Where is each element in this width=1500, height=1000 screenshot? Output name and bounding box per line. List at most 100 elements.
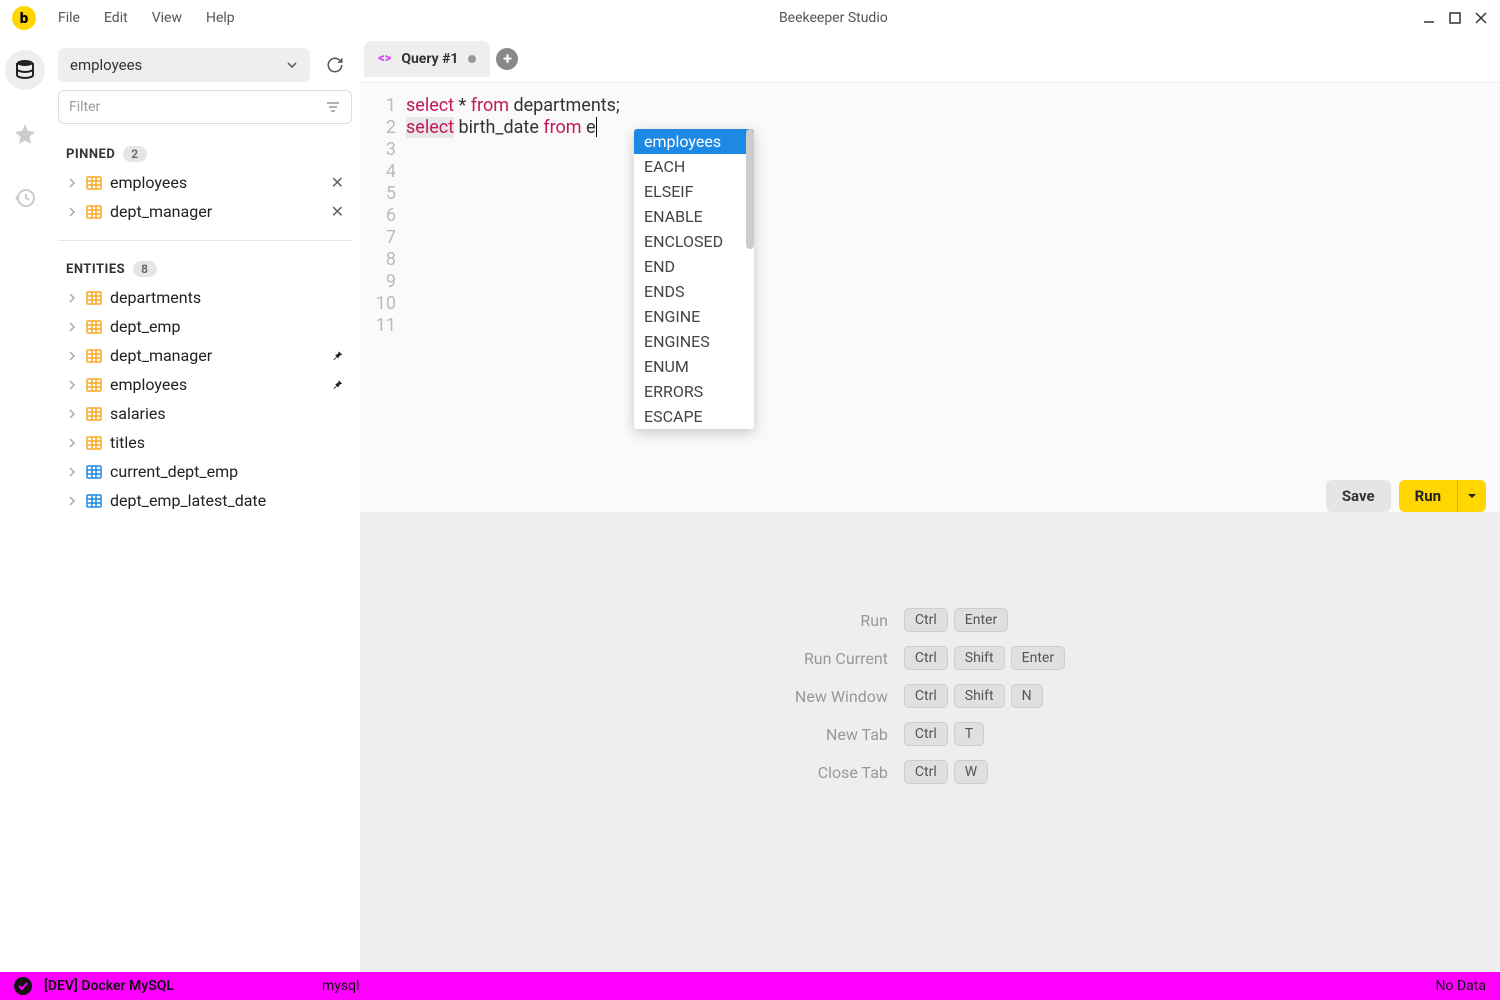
autocomplete-item[interactable]: ENUM (634, 354, 754, 379)
hint-keys: CtrlShiftEnter (904, 646, 1065, 670)
item-label: dept_manager (110, 346, 212, 365)
line-gutter: 1234567891011 (360, 95, 406, 337)
shortcut-hints: RunCtrlEnterRun CurrentCtrlShiftEnterNew… (795, 608, 1065, 784)
key-enter: Enter (1011, 646, 1065, 670)
autocomplete-item[interactable]: employees (634, 129, 754, 154)
run-button[interactable]: Run (1399, 480, 1457, 512)
menu-file[interactable]: File (48, 6, 90, 30)
autocomplete-item[interactable]: ERRORS (634, 379, 754, 404)
unpin-icon[interactable]: ✕ (331, 173, 344, 192)
item-label: departments (110, 288, 201, 307)
key-shift: Shift (954, 646, 1005, 670)
item-label: current_dept_emp (110, 462, 238, 481)
item-label: employees (110, 173, 187, 192)
content-area: <> Query #1 + 1234567891011 select * fro… (360, 36, 1500, 972)
sql-editor[interactable]: 1234567891011 select * from departments;… (360, 82, 1500, 512)
item-label: titles (110, 433, 145, 452)
pinned-header[interactable]: PINNED 2 (58, 140, 352, 168)
tab-label: Query #1 (401, 51, 458, 67)
titlebar: b File Edit View Help Beekeeper Studio (0, 0, 1500, 36)
pin-icon[interactable] (330, 378, 344, 392)
key-enter: Enter (954, 608, 1008, 632)
hint-keys: CtrlT (904, 722, 1065, 746)
statusbar: [DEV] Docker MySQL mysql No Data (0, 972, 1500, 1000)
key-ctrl: Ctrl (904, 646, 948, 670)
minimize-icon[interactable] (1422, 11, 1436, 25)
filter-icon (325, 99, 341, 115)
entities-header[interactable]: ENTITIES 8 (58, 255, 352, 283)
item-label: salaries (110, 404, 166, 423)
autocomplete-item[interactable]: EACH (634, 154, 754, 179)
database-icon[interactable] (5, 50, 45, 90)
dirty-indicator-icon (468, 55, 476, 63)
database-select-value: employees (70, 56, 142, 74)
menubar: File Edit View Help (48, 6, 245, 30)
refresh-button[interactable] (318, 48, 352, 82)
activity-bar (0, 36, 50, 972)
editor-toolbar: Save Run (1326, 480, 1486, 512)
hint-keys: CtrlW (904, 760, 1065, 784)
entities-label: ENTITIES (66, 262, 125, 277)
history-icon[interactable] (5, 178, 45, 218)
hint-label: Run Current (795, 649, 888, 668)
entity-item[interactable]: dept_manager (58, 341, 352, 370)
autocomplete-item[interactable]: ENABLE (634, 204, 754, 229)
menu-help[interactable]: Help (196, 6, 245, 30)
pinned-item[interactable]: dept_manager✕ (58, 197, 352, 226)
key-ctrl: Ctrl (904, 722, 948, 746)
star-icon[interactable] (5, 114, 45, 154)
entity-item[interactable]: current_dept_emp (58, 457, 352, 486)
autocomplete-item[interactable]: ENDS (634, 279, 754, 304)
pinned-item[interactable]: employees ✕ (58, 168, 352, 197)
autocomplete-item[interactable]: END (634, 254, 754, 279)
key-ctrl: Ctrl (904, 760, 948, 784)
app-logo: b (12, 6, 36, 30)
hint-label: New Tab (795, 725, 888, 744)
key-n: N (1011, 684, 1043, 708)
engine-name: mysql (322, 978, 360, 994)
key-ctrl: Ctrl (904, 608, 948, 632)
filter-input[interactable]: Filter (58, 90, 352, 124)
sidebar: employees Filter PINNED 2 employees✕dept… (50, 36, 360, 972)
scrollbar[interactable] (746, 129, 754, 249)
tab-query-1[interactable]: <> Query #1 (364, 41, 490, 77)
hint-label: New Window (795, 687, 888, 706)
save-button[interactable]: Save (1326, 480, 1391, 512)
code-icon: <> (378, 51, 391, 66)
entity-item[interactable]: dept_emp_latest_date (58, 486, 352, 515)
hint-label: Run (795, 611, 888, 630)
autocomplete-item[interactable]: ENCLOSED (634, 229, 754, 254)
run-dropdown[interactable] (1457, 480, 1486, 512)
pin-icon[interactable] (330, 349, 344, 363)
autocomplete-item[interactable]: ENGINE (634, 304, 754, 329)
entity-item[interactable]: employees (58, 370, 352, 399)
add-tab-button[interactable]: + (496, 48, 518, 70)
autocomplete-popup[interactable]: employeesEACHELSEIFENABLEENCLOSEDENDENDS… (634, 129, 754, 429)
key-shift: Shift (954, 684, 1005, 708)
key-ctrl: Ctrl (904, 684, 948, 708)
maximize-icon[interactable] (1448, 11, 1462, 25)
hint-keys: CtrlEnter (904, 608, 1065, 632)
close-icon[interactable] (1474, 11, 1488, 25)
menu-view[interactable]: View (142, 6, 192, 30)
menu-edit[interactable]: Edit (94, 6, 138, 30)
tab-bar: <> Query #1 + (360, 36, 1500, 82)
code-area[interactable]: select * from departments;select birth_d… (406, 95, 1500, 337)
results-pane: RunCtrlEnterRun CurrentCtrlShiftEnterNew… (360, 512, 1500, 972)
entity-item[interactable]: salaries (58, 399, 352, 428)
window-title: Beekeeper Studio (249, 10, 1418, 26)
entity-item[interactable]: titles (58, 428, 352, 457)
connection-name[interactable]: [DEV] Docker MySQL (44, 978, 174, 994)
chevron-down-icon (286, 59, 298, 71)
autocomplete-item[interactable]: ELSEIF (634, 179, 754, 204)
unpin-icon[interactable]: ✕ (331, 202, 344, 221)
key-w: W (954, 760, 988, 784)
database-select[interactable]: employees (58, 48, 310, 82)
pinned-count: 2 (123, 146, 146, 162)
item-label: employees (110, 375, 187, 394)
entity-item[interactable]: departments (58, 283, 352, 312)
pinned-label: PINNED (66, 147, 115, 162)
autocomplete-item[interactable]: ENGINES (634, 329, 754, 354)
entity-item[interactable]: dept_emp (58, 312, 352, 341)
autocomplete-item[interactable]: ESCAPE (634, 404, 754, 429)
